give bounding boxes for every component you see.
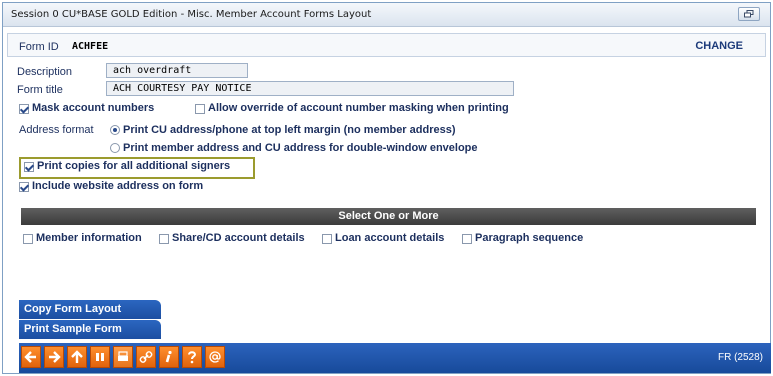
print-sample-form-button[interactable]: Print Sample Form xyxy=(19,320,161,339)
print-icon[interactable] xyxy=(113,346,133,368)
paragraph-sequence-label: Paragraph sequence xyxy=(475,232,584,244)
link-icon[interactable] xyxy=(136,346,156,368)
paragraph-sequence-checkbox[interactable] xyxy=(462,234,472,244)
window-title: Session 0 CU*BASE GOLD Edition - Misc. M… xyxy=(11,9,372,20)
address-format-radio-double-window[interactable] xyxy=(110,143,120,153)
back-arrow-icon[interactable] xyxy=(21,346,41,368)
loan-details-label: Loan account details xyxy=(335,232,445,244)
pause-icon[interactable] xyxy=(90,346,110,368)
address-format-option-cu-top-left: Print CU address/phone at top left margi… xyxy=(123,124,456,136)
up-arrow-icon[interactable] xyxy=(67,346,87,368)
restore-icon xyxy=(744,10,754,18)
member-information-label: Member information xyxy=(36,232,142,244)
mask-account-numbers-checkbox[interactable] xyxy=(19,104,29,114)
mask-account-numbers-label: Mask account numbers xyxy=(32,102,155,114)
address-format-option-double-window: Print member address and CU address for … xyxy=(123,142,478,154)
info-icon[interactable] xyxy=(159,346,179,368)
share-cd-details-checkbox[interactable] xyxy=(159,234,169,244)
description-input[interactable]: ach overdraft xyxy=(106,63,248,78)
at-icon[interactable] xyxy=(205,346,225,368)
share-cd-details-label: Share/CD account details xyxy=(172,232,305,244)
print-copies-signers-label: Print copies for all additional signers xyxy=(37,160,231,172)
address-format-label: Address format xyxy=(19,124,94,136)
member-information-checkbox[interactable] xyxy=(23,234,33,244)
form-title-input[interactable]: ACH COURTESY PAY NOTICE xyxy=(106,81,514,96)
allow-override-masking-label: Allow override of account number masking… xyxy=(208,102,509,114)
include-website-label: Include website address on form xyxy=(32,180,204,192)
copy-form-layout-button[interactable]: Copy Form Layout xyxy=(19,300,161,319)
description-label: Description xyxy=(17,66,73,78)
help-icon[interactable] xyxy=(182,346,202,368)
print-copies-signers-checkbox[interactable] xyxy=(24,162,34,172)
title-bar: Session 0 CU*BASE GOLD Edition - Misc. M… xyxy=(3,3,770,27)
address-format-radio-cu-top-left[interactable] xyxy=(110,125,120,135)
bottom-toolbar: FR (2528) xyxy=(19,343,771,373)
include-website-checkbox[interactable] xyxy=(19,182,29,192)
screen-id: FR (2528) xyxy=(717,352,763,363)
forward-arrow-icon[interactable] xyxy=(44,346,64,368)
form-id-label: Form ID xyxy=(19,41,59,53)
application-window: Session 0 CU*BASE GOLD Edition - Misc. M… xyxy=(2,2,771,374)
restore-window-button[interactable] xyxy=(738,7,760,21)
form-id-value: ACHFEE xyxy=(72,41,109,52)
allow-override-masking-checkbox[interactable] xyxy=(195,104,205,114)
loan-details-checkbox[interactable] xyxy=(322,234,332,244)
form-title-label: Form title xyxy=(17,84,63,96)
select-section-header: Select One or More xyxy=(21,208,756,225)
mode-indicator: CHANGE xyxy=(695,40,743,52)
form-header: Form ID ACHFEE CHANGE xyxy=(7,33,766,57)
